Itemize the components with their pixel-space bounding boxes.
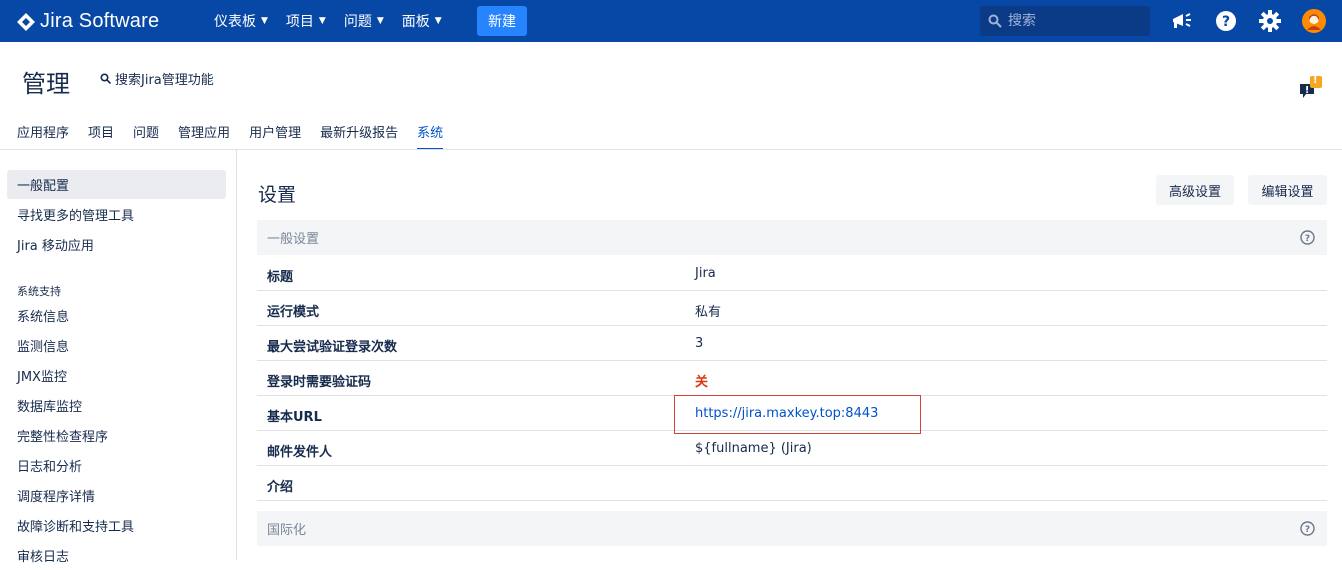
logo-text: Jira Software <box>40 10 160 32</box>
settings-row: 邮件发件人 ${fullname} (Jira) <box>257 431 1327 466</box>
menu-label: 问题 <box>343 14 372 30</box>
menu-label: 仪表板 <box>214 14 256 30</box>
settings-button[interactable] <box>1258 9 1282 33</box>
sidebar-item-jmx[interactable]: JMX监控 <box>7 361 226 390</box>
sidebar-item-find-admin-tools[interactable]: 寻找更多的管理工具 <box>7 200 226 229</box>
page-title: 管理 <box>22 70 70 98</box>
chevron-down-icon: ▼ <box>261 16 268 26</box>
sidebar-item-scheduler[interactable]: 调度程序详情 <box>7 481 226 510</box>
settings-row: 运行模式 私有 <box>257 291 1327 326</box>
help-button[interactable]: ? <box>1214 9 1238 33</box>
annotation-highlight-box <box>674 395 921 434</box>
create-button[interactable]: 新建 <box>477 6 527 36</box>
avatar[interactable] <box>1302 9 1326 33</box>
settings-row: 标题 Jira <box>257 256 1327 291</box>
menu-label: 项目 <box>285 14 314 30</box>
setting-value: ${fullname} (Jira) <box>695 441 812 456</box>
section-title: 国际化 <box>267 523 307 538</box>
global-search[interactable] <box>980 6 1150 36</box>
sidebar-item-logging[interactable]: 日志和分析 <box>7 451 226 480</box>
help-icon[interactable]: ? <box>1300 230 1315 245</box>
tab-applications[interactable]: 应用程序 <box>17 122 69 150</box>
sidebar-section-heading: 系统支持 <box>17 285 61 298</box>
tab-user-management[interactable]: 用户管理 <box>249 122 301 150</box>
setting-value-off: 关 <box>695 375 709 390</box>
chevron-down-icon: ▼ <box>376 16 384 26</box>
menu-projects[interactable]: 项目 ▼ <box>286 11 326 31</box>
menu-issues[interactable]: 问题 ▼ <box>344 11 384 31</box>
setting-key: 标题 <box>267 270 294 285</box>
edit-settings-button[interactable]: 编辑设置 <box>1248 175 1327 205</box>
sidebar-item-monitoring[interactable]: 监测信息 <box>7 331 226 360</box>
setting-value: 私有 <box>695 305 722 320</box>
setting-key: 最大尝试验证登录次数 <box>267 340 398 355</box>
tab-manage-apps[interactable]: 管理应用 <box>178 122 230 150</box>
feedback-icon <box>1300 76 1322 98</box>
menu-dashboards[interactable]: 仪表板 ▼ <box>214 11 268 31</box>
help-icon: ? <box>1216 11 1236 31</box>
search-icon <box>100 73 111 84</box>
settings-row: 最大尝试验证登录次数 3 <box>257 326 1327 361</box>
setting-key: 运行模式 <box>267 305 320 320</box>
menu-boards[interactable]: 面板 ▼ <box>402 11 442 31</box>
tab-system[interactable]: 系统 <box>417 122 444 150</box>
admin-tabs: 应用程序 项目 问题 管理应用 用户管理 最新升级报告 系统 <box>17 122 462 150</box>
sidebar-item-audit-log[interactable]: 审核日志 <box>7 541 226 570</box>
tab-upgrade-report[interactable]: 最新升级报告 <box>320 122 398 150</box>
advanced-settings-button[interactable]: 高级设置 <box>1156 175 1234 205</box>
sidebar-item-mobile-app[interactable]: Jira 移动应用 <box>7 230 226 259</box>
megaphone-icon <box>1173 13 1191 28</box>
admin-search-link[interactable]: 搜索Jira管理功能 <box>100 69 214 88</box>
internationalization-header: 国际化 ? <box>257 511 1327 546</box>
svg-text:?: ? <box>1222 14 1230 30</box>
feedback-badge: ! <box>1313 75 1318 86</box>
sidebar: 一般配置 寻找更多的管理工具 Jira 移动应用 系统支持 系统信息 监测信息 … <box>0 150 237 565</box>
top-navigation-bar: Jira Software 仪表板 ▼ 项目 ▼ 问题 ▼ 面板 ▼ 新建 搜索… <box>0 0 1342 42</box>
sidebar-item-system-info[interactable]: 系统信息 <box>7 301 226 330</box>
tab-issues[interactable]: 问题 <box>133 122 159 150</box>
sidebar-item-database-monitoring[interactable]: 数据库监控 <box>7 391 226 420</box>
sidebar-item-general-config[interactable]: 一般配置 <box>7 170 226 199</box>
setting-key: 登录时需要验证码 <box>267 375 372 390</box>
jira-logo-icon <box>17 12 35 31</box>
notifications-megaphone-button[interactable] <box>1170 9 1194 33</box>
setting-key: 介绍 <box>267 480 294 495</box>
settings-heading: 设置 <box>258 184 297 206</box>
chevron-down-icon: ▼ <box>318 16 326 26</box>
sidebar-item-integrity-checker[interactable]: 完整性检查程序 <box>7 421 226 450</box>
feedback-button[interactable]: ! <box>1298 75 1324 100</box>
admin-search-label: 搜索Jira管理功能 <box>115 73 214 88</box>
section-title: 一般设置 <box>267 232 320 247</box>
settings-row: 介绍 <box>257 466 1327 501</box>
help-icon[interactable]: ? <box>1300 521 1315 536</box>
svg-text:?: ? <box>1305 525 1310 535</box>
search-icon <box>988 14 1002 28</box>
settings-row: 登录时需要验证码 关 <box>257 361 1327 396</box>
chevron-down-icon: ▼ <box>434 16 442 26</box>
menu-label: 面板 <box>401 14 430 30</box>
gear-icon <box>1259 10 1281 32</box>
tab-projects[interactable]: 项目 <box>88 122 114 150</box>
general-settings-header: 一般设置 ? <box>257 220 1327 255</box>
setting-key: 邮件发件人 <box>267 445 333 460</box>
sidebar-item-troubleshooting[interactable]: 故障诊断和支持工具 <box>7 511 226 540</box>
avatar-icon <box>1302 9 1326 33</box>
svg-text:?: ? <box>1305 234 1310 244</box>
jira-logo[interactable]: Jira Software <box>16 10 159 33</box>
setting-key: 基本URL <box>267 410 322 425</box>
setting-value: Jira <box>695 266 716 281</box>
main-menu: 仪表板 ▼ 项目 ▼ 问题 ▼ 面板 ▼ <box>214 0 460 42</box>
search-input[interactable] <box>1008 13 1138 29</box>
setting-value: 3 <box>695 336 704 351</box>
